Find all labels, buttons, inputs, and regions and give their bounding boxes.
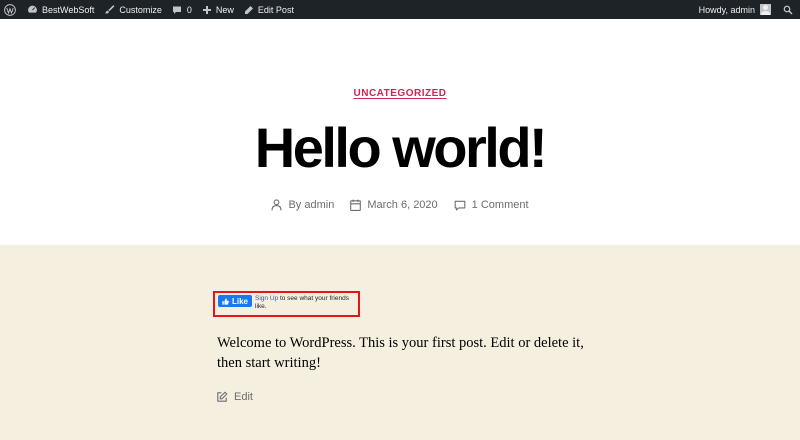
brush-icon xyxy=(105,5,115,14)
facebook-sign-up-link[interactable]: Sign Up xyxy=(255,295,278,302)
post-date: March 6, 2020 xyxy=(350,199,438,211)
edit-post-link[interactable]: Edit xyxy=(216,391,253,403)
pencil-icon xyxy=(244,5,253,14)
facebook-like-button[interactable]: Like xyxy=(218,295,253,307)
dashboard-icon xyxy=(28,5,37,13)
post-comments: 1 Comment xyxy=(454,199,529,211)
facebook-social-text: Sign Up to see what your friends like. xyxy=(255,295,355,311)
post-author: By admin xyxy=(271,199,334,211)
post-content: Welcome to WordPress. This is your first… xyxy=(217,335,584,371)
author-link[interactable]: admin xyxy=(304,199,334,211)
facebook-like-label: Like xyxy=(232,296,249,306)
entry-header: UNCATEGORIZED Hello world! By admin Marc… xyxy=(0,19,800,245)
comment-icon xyxy=(454,200,466,211)
search-button[interactable] xyxy=(776,0,800,19)
plus-icon xyxy=(202,5,211,14)
site-name-menu[interactable]: BestWebSoft xyxy=(22,0,99,19)
user-icon xyxy=(271,199,283,211)
customize-menu[interactable]: Customize xyxy=(99,0,167,19)
edit-post-label: Edit Post xyxy=(257,4,294,15)
comments-count: 0 xyxy=(186,4,192,15)
category-link-wrapper: UNCATEGORIZED xyxy=(0,88,800,99)
wordpress-logo-icon xyxy=(4,3,16,16)
edit-post-menu[interactable]: Edit Post xyxy=(239,0,299,19)
calendar-icon xyxy=(350,199,362,211)
site-name-label: BestWebSoft xyxy=(42,4,95,15)
post-meta: By admin March 6, 2020 1 Comment xyxy=(0,199,800,211)
comments-menu[interactable]: 0 xyxy=(167,0,197,19)
comments-link[interactable]: 1 Comment xyxy=(472,199,529,211)
post-title: Hello world! xyxy=(254,116,548,179)
author-prefix: By xyxy=(288,199,302,211)
new-content-menu[interactable]: New xyxy=(197,0,239,19)
date-link[interactable]: March 6, 2020 xyxy=(367,199,437,211)
category-link[interactable]: UNCATEGORIZED xyxy=(354,88,447,99)
wordpress-menu[interactable] xyxy=(0,0,22,19)
search-icon xyxy=(783,5,793,15)
avatar xyxy=(760,4,771,15)
customize-label: Customize xyxy=(119,4,162,15)
admin-bar: BestWebSoft Customize 0 New Edit Post Ho… xyxy=(0,0,800,19)
comment-icon xyxy=(172,6,181,14)
thumbs-up-icon xyxy=(222,297,229,305)
facebook-like-widget: Like Sign Up to see what your friends li… xyxy=(213,291,360,317)
edit-label: Edit xyxy=(234,391,253,403)
account-menu[interactable]: Howdy, admin xyxy=(694,0,776,19)
edit-icon xyxy=(217,391,228,402)
new-label: New xyxy=(215,4,234,15)
howdy-label: Howdy, admin xyxy=(698,4,755,15)
